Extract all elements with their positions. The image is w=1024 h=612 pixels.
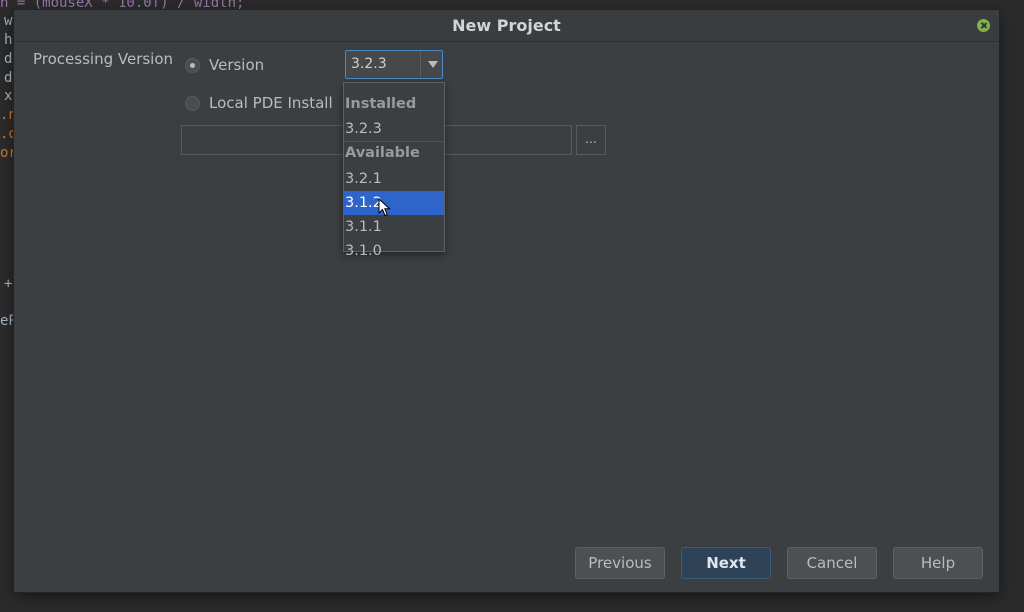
background-code-char: + xyxy=(4,276,13,292)
local-pde-install-radio[interactable] xyxy=(185,96,200,111)
dropdown-item-3-1-1[interactable]: 3.1.1 xyxy=(344,215,444,239)
combo-separator xyxy=(420,51,421,78)
dropdown-header-available: Available xyxy=(345,145,420,161)
dropdown-divider xyxy=(344,141,444,142)
background-code-char: w xyxy=(4,13,13,29)
version-combo-value: 3.2.3 xyxy=(351,56,387,72)
chevron-down-icon[interactable] xyxy=(428,61,438,68)
processing-version-label: Processing Version xyxy=(33,50,174,68)
new-project-dialog: New Project Processing Version Version L… xyxy=(14,10,999,592)
local-pde-install-label[interactable]: Local PDE Install xyxy=(209,94,333,112)
version-radio[interactable] xyxy=(185,58,200,73)
background-code-char: h xyxy=(4,32,13,48)
dropdown-item-3-1-0[interactable]: 3.1.0 xyxy=(344,239,444,263)
background-code-char: x xyxy=(4,88,13,104)
dropdown-item-3-2-3[interactable]: 3.2.3 xyxy=(344,117,444,141)
version-combo-box[interactable]: 3.2.3 xyxy=(345,50,443,79)
background-code-char: d xyxy=(4,51,13,67)
next-button[interactable]: Next xyxy=(681,547,771,579)
dialog-titlebar: New Project xyxy=(14,10,999,42)
version-radio-label[interactable]: Version xyxy=(209,56,264,74)
help-button[interactable]: Help xyxy=(893,547,983,579)
dropdown-header-installed: Installed xyxy=(345,96,417,112)
dropdown-item-3-2-1[interactable]: 3.2.1 xyxy=(344,167,444,191)
browse-button[interactable]: ... xyxy=(576,125,606,155)
cancel-button[interactable]: Cancel xyxy=(787,547,877,579)
version-dropdown-list: Installed 3.2.3 Available 3.2.1 3.1.2 3.… xyxy=(343,82,445,259)
background-code-char: d xyxy=(4,70,13,86)
previous-button[interactable]: Previous xyxy=(575,547,665,579)
dropdown-item-3-1-2[interactable]: 3.1.2 xyxy=(344,191,444,215)
mouse-pointer-icon xyxy=(378,198,391,217)
close-icon[interactable] xyxy=(977,19,990,32)
dialog-title: New Project xyxy=(452,16,561,35)
